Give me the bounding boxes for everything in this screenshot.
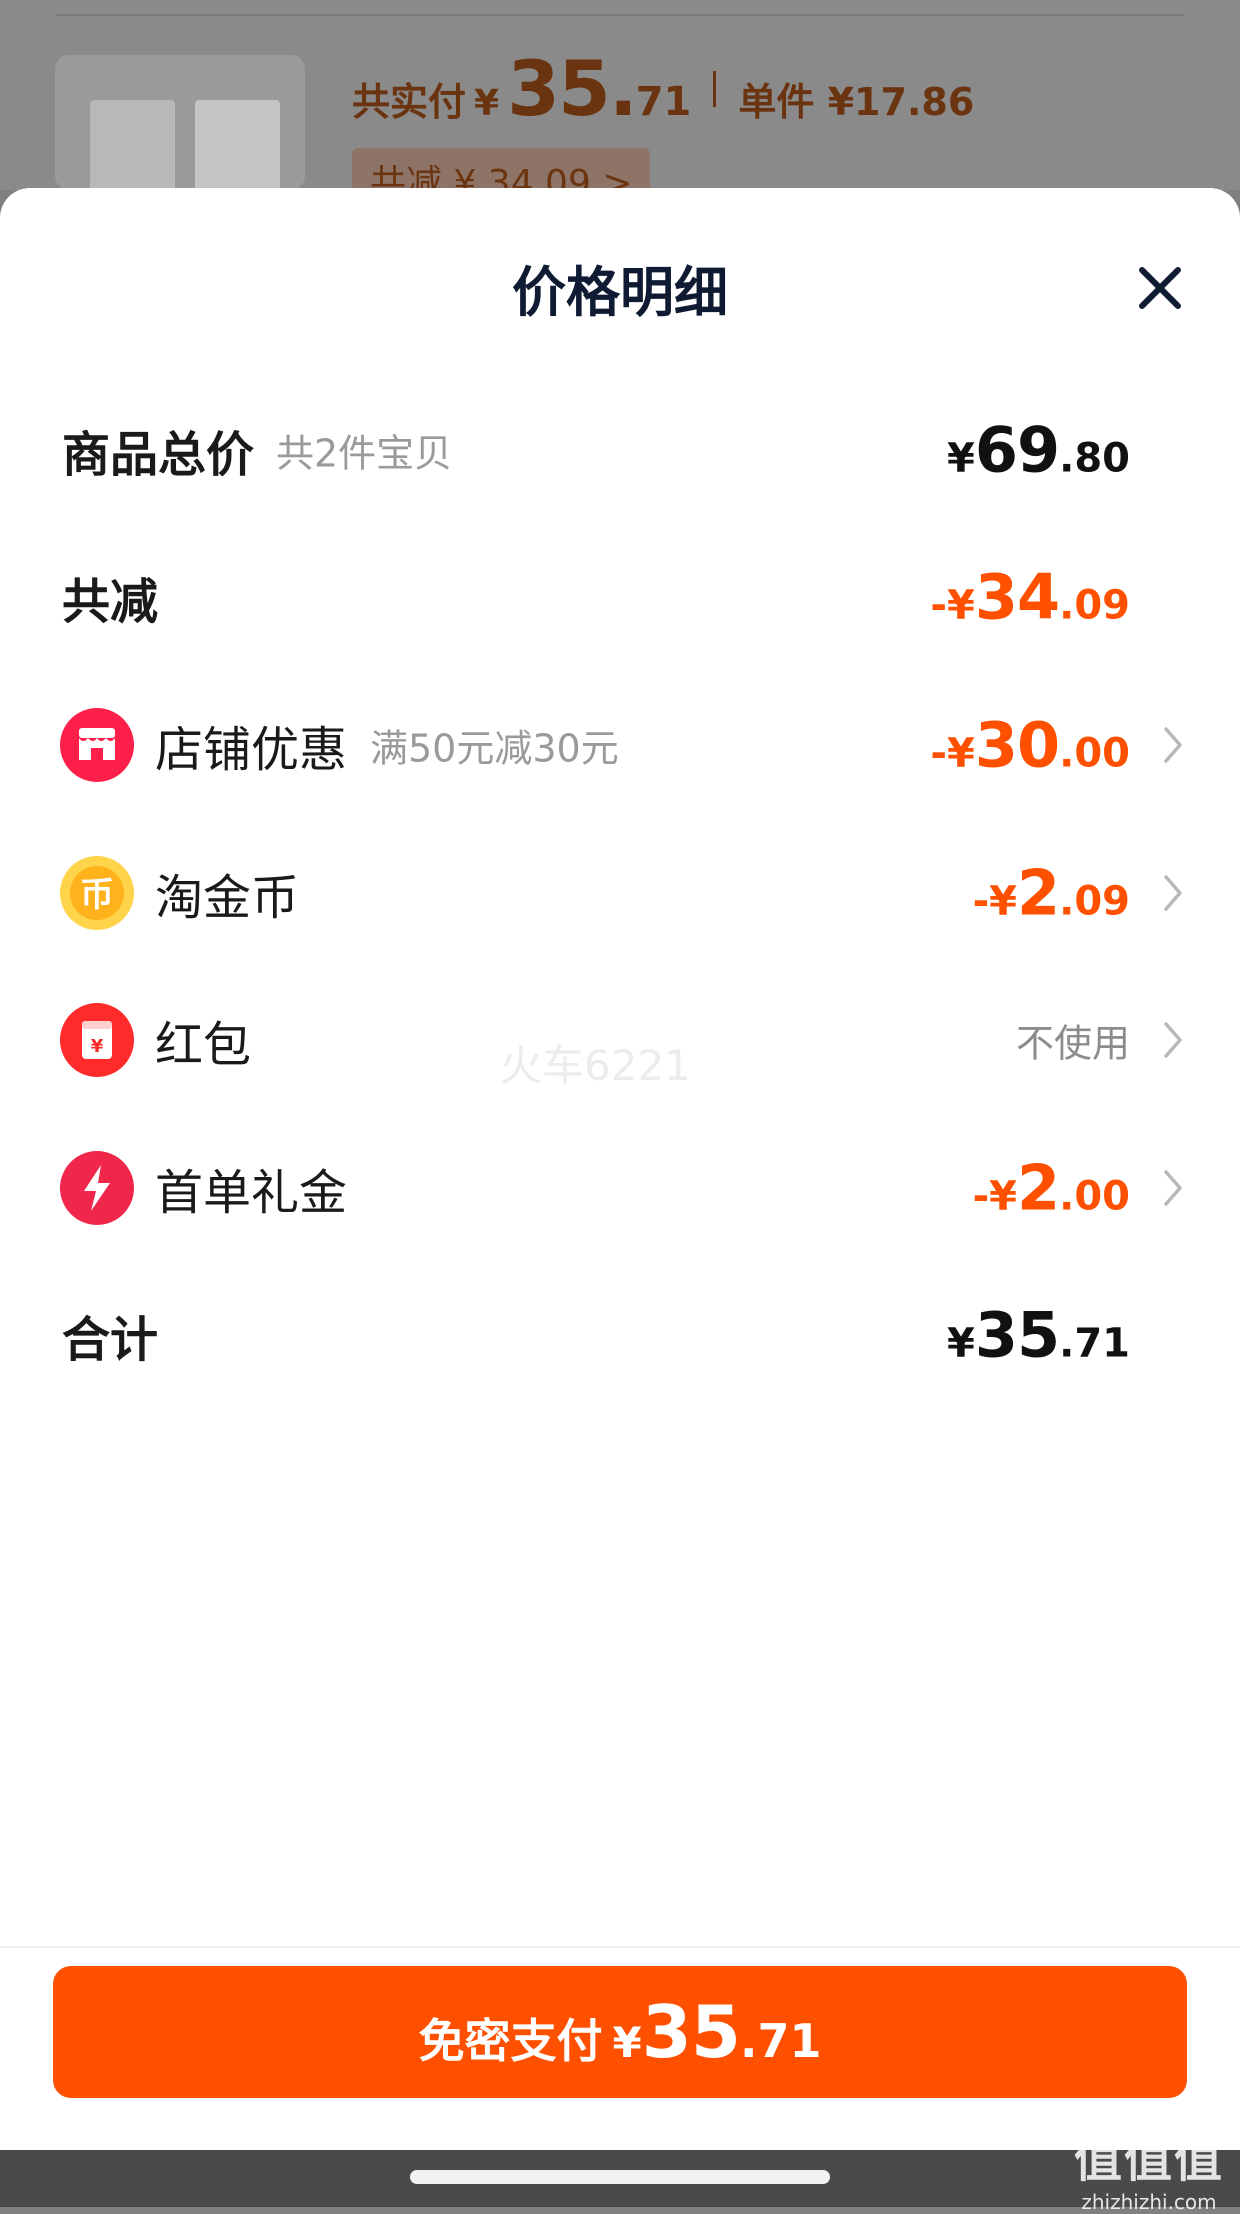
row-shop-discount[interactable]: 店铺优惠 满50元减30元 -¥ 30 .00: [0, 690, 1240, 800]
row-amount: -¥ 30 .00: [930, 709, 1130, 782]
row-amount: ¥ 69 .80: [947, 414, 1130, 487]
row-first-order-gift[interactable]: 首单礼金 -¥ 2 .00: [0, 1133, 1240, 1243]
amount-integer: 30: [974, 708, 1060, 782]
sheet-title: 价格明细: [512, 261, 728, 324]
amount-decimal: .00: [1059, 730, 1130, 777]
amount-integer: 34: [974, 560, 1060, 634]
row-amount: -¥ 34 .09: [930, 561, 1130, 634]
unit-price: 单件 ¥17.86: [738, 80, 975, 124]
product-package-image: [90, 100, 175, 190]
watermark-text: 火车6221: [500, 1041, 691, 1090]
red-packet-icon: ¥: [60, 1003, 134, 1077]
separator: [713, 70, 717, 107]
row-total-reduction: 共减 -¥ 34 .09: [0, 542, 1240, 652]
row-sum: 合计 ¥ 35 .71: [0, 1280, 1240, 1390]
site-logo-text: 值值值: [1074, 2132, 1225, 2188]
svg-text:¥: ¥: [91, 1036, 104, 1057]
amount-currency: -¥: [972, 878, 1017, 925]
background-paid-line: 共实付 ¥ 35. 71 单件 ¥17.86: [352, 44, 974, 133]
chevron-right-icon: [1164, 727, 1182, 763]
home-bar-area: [0, 2150, 1240, 2207]
coin-icon: 币: [60, 856, 134, 930]
price-detail-sheet: 价格明细 商品总价 共2件宝贝 ¥ 69 .80 共减 -¥ 34 .09 店铺…: [0, 188, 1240, 2150]
row-label: 淘金币: [155, 870, 300, 926]
close-icon[interactable]: [1136, 264, 1184, 312]
pay-currency: ¥: [612, 2018, 642, 2067]
row-amount: -¥ 2 .00: [973, 1152, 1130, 1225]
amount-decimal: .09: [1059, 878, 1130, 925]
amount-integer: 69: [974, 413, 1060, 487]
amount-decimal: .71: [1059, 1320, 1130, 1367]
pay-integer: 35: [641, 1990, 741, 2074]
svg-text:币: 币: [80, 875, 114, 915]
site-logo-domain: zhizhizhi.com: [1081, 2190, 1217, 2214]
home-indicator[interactable]: [410, 2170, 830, 2184]
product-thumbnail: [55, 55, 305, 190]
row-label: 共减: [62, 574, 159, 630]
row-amount: -¥ 2 .09: [973, 857, 1130, 930]
pay-button-label: 免密支付: [418, 2014, 603, 2068]
amount-integer: 2: [1017, 1151, 1060, 1225]
amount-decimal: .00: [1059, 1173, 1130, 1220]
background-order-summary: 共实付 ¥ 35. 71 单件 ¥17.86 共减 ¥ 34.09 >: [0, 0, 1240, 212]
site-watermark-logo: 值值值 zhizhizhi.com: [1074, 2120, 1224, 2214]
row-status: 不使用: [1015, 1021, 1130, 1066]
lightning-icon: [60, 1151, 134, 1225]
row-label: 首单礼金: [155, 1165, 348, 1221]
amount-decimal: .80: [1059, 435, 1130, 482]
row-amount: ¥ 35 .71: [947, 1299, 1130, 1372]
row-label: 商品总价: [62, 427, 255, 483]
paid-currency: ¥: [474, 83, 500, 124]
row-subtext: 共2件宝贝: [276, 431, 453, 476]
amount-currency: ¥: [947, 1320, 975, 1367]
amount-currency: -¥: [930, 730, 975, 777]
pay-button[interactable]: 免密支付 ¥ 35 .71: [53, 1966, 1187, 2098]
chevron-right-icon: [1164, 875, 1182, 911]
amount-currency: -¥: [930, 582, 975, 629]
row-label: 合计: [62, 1312, 159, 1368]
pay-decimal: .71: [739, 2014, 822, 2068]
product-package-image: [195, 100, 280, 190]
amount-integer: 2: [1017, 856, 1060, 930]
amount-integer: 35: [974, 1298, 1060, 1372]
paid-integer: 35.: [507, 44, 638, 133]
pay-button-content: 免密支付 ¥ 35 .71: [419, 1990, 822, 2074]
row-goods-total: 商品总价 共2件宝贝 ¥ 69 .80: [0, 395, 1240, 505]
amount-currency: ¥: [947, 435, 975, 482]
row-label: 红包: [155, 1017, 252, 1073]
chevron-right-icon: [1164, 1170, 1182, 1206]
row-label: 店铺优惠: [155, 722, 348, 778]
row-taojinbi[interactable]: 币 淘金币 -¥ 2 .09: [0, 838, 1240, 948]
amount-decimal: .09: [1059, 582, 1130, 629]
shop-icon: [60, 708, 134, 782]
amount-currency: -¥: [972, 1173, 1017, 1220]
background-divider: [55, 14, 1185, 16]
chevron-right-icon: [1164, 1022, 1182, 1058]
paid-decimal: 71: [635, 79, 692, 125]
paid-label: 共实付: [352, 80, 467, 124]
footer-divider: [0, 1946, 1240, 1948]
row-subtext: 满50元减30元: [370, 726, 619, 771]
